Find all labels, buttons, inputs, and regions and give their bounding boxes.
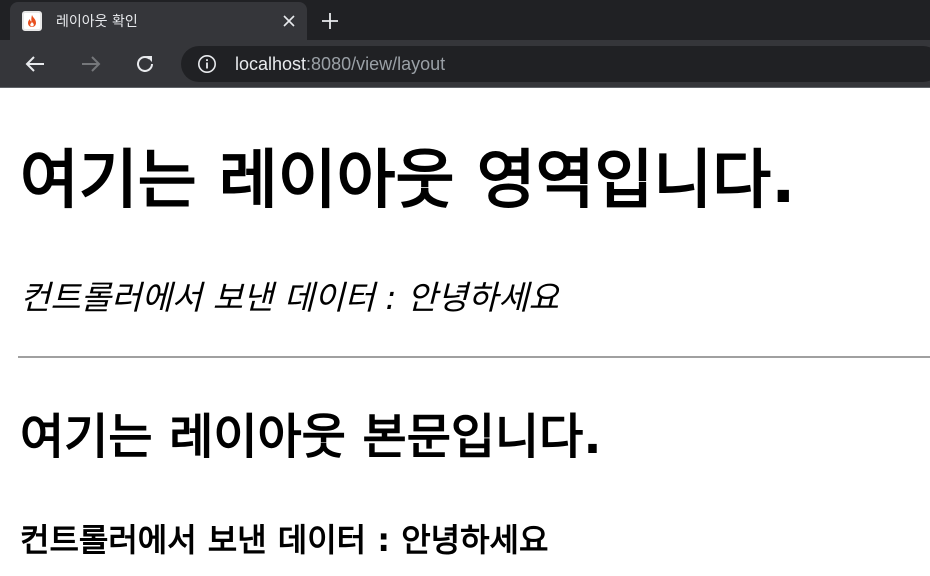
close-icon[interactable] bbox=[279, 11, 299, 31]
layout-heading: 여기는 레이아웃 영역입니다. bbox=[20, 144, 796, 218]
reload-icon[interactable] bbox=[133, 52, 157, 76]
url-path: :8080/view/layout bbox=[306, 53, 446, 74]
tab-title: 레이아웃 확인 bbox=[56, 14, 138, 30]
back-arrow-icon[interactable] bbox=[23, 52, 47, 76]
tab-strip: 레이아웃 확인 bbox=[0, 0, 930, 40]
url-text[interactable]: localhost:8080/view/layout bbox=[235, 54, 445, 75]
forward-arrow-icon[interactable] bbox=[79, 52, 103, 76]
address-bar[interactable]: localhost:8080/view/layout bbox=[181, 46, 930, 82]
browser-toolbar: localhost:8080/view/layout bbox=[0, 40, 930, 88]
browser-window: 레이아웃 확인 localhost:8080/view/layout 여기는 레… bbox=[0, 0, 930, 576]
body-data-line: 컨트롤러에서 보낸 데이터 : 안녕하세요 bbox=[20, 521, 549, 559]
horizontal-rule bbox=[18, 356, 930, 358]
new-tab-plus-icon[interactable] bbox=[318, 9, 342, 33]
url-host: localhost bbox=[235, 53, 307, 74]
page-content: 여기는 레이아웃 영역입니다. 컨트롤러에서 보낸 데이터 : 안녕하세요 여기… bbox=[0, 88, 930, 576]
body-heading: 여기는 레이아웃 본문입니다. bbox=[20, 409, 602, 465]
info-icon[interactable] bbox=[197, 54, 217, 74]
browser-tab[interactable]: 레이아웃 확인 bbox=[10, 2, 307, 40]
layout-data-line: 컨트롤러에서 보낸 데이터 : 안녕하세요 bbox=[20, 278, 559, 317]
flame-favicon-icon bbox=[22, 11, 42, 31]
